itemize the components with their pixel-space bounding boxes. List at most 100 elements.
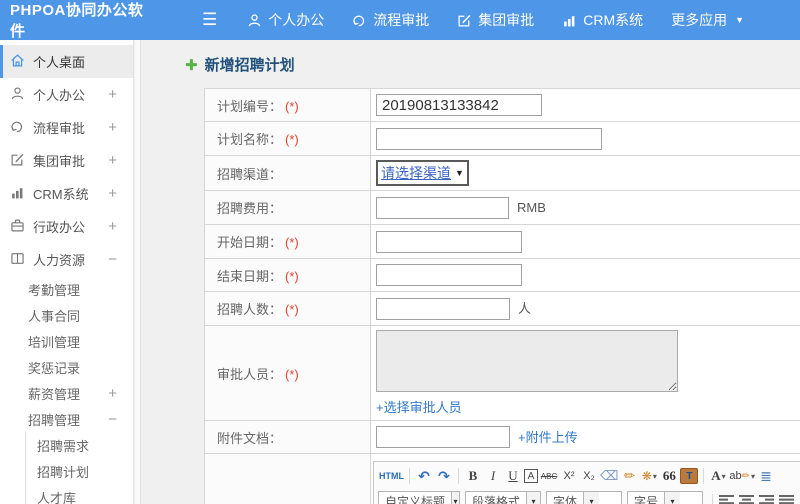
align-left-icon[interactable] xyxy=(719,495,735,504)
recruit-submenu: 招聘需求 招聘计划 人才库 xyxy=(25,432,133,504)
paragraph-format-select[interactable]: 段落格式 ▾ xyxy=(465,491,541,504)
align-center-icon[interactable] xyxy=(739,495,755,504)
table-row: 计划编号： (*) xyxy=(204,88,800,122)
topnav-crm-system[interactable]: CRM系统 xyxy=(562,10,643,30)
field-label: 计划名称： xyxy=(217,132,283,147)
source-code-button[interactable]: HTML xyxy=(379,467,404,485)
table-row: 招聘渠道： 请选择渠道 ▼ xyxy=(204,155,800,191)
sidebar-item-group-approval[interactable]: 集团审批 + xyxy=(0,144,133,177)
list-button[interactable]: ≣ xyxy=(757,467,775,485)
sidebar-item-label: 个人桌面 xyxy=(33,55,86,70)
person-icon xyxy=(10,86,33,104)
sidebar-item-attendance-mgmt[interactable]: 考勤管理 xyxy=(0,276,133,302)
sidebar-item-human-resources[interactable]: 人力资源 − xyxy=(0,243,133,276)
topnav-personal-office[interactable]: 个人办公 xyxy=(247,10,324,30)
redo-icon[interactable]: ↷ xyxy=(435,467,453,485)
sidebar-item-label: 人才库 xyxy=(37,490,77,504)
expand-plus-icon[interactable]: + xyxy=(108,385,117,402)
sidebar-item-label: 招聘计划 xyxy=(37,464,90,480)
undo-icon[interactable]: ↶ xyxy=(415,467,433,485)
table-row: HTML ↶ ↷ B I U A ABC X² X₂ ⌫ ✏ ❋ ▾ 66 T … xyxy=(204,453,800,504)
sidebar-item-salary-mgmt[interactable]: 薪资管理 + xyxy=(0,380,133,406)
home-icon xyxy=(10,53,33,71)
bold-button[interactable]: B xyxy=(464,467,482,485)
sidebar-item-talent-pool[interactable]: 人才库 xyxy=(26,484,133,504)
align-right-icon[interactable] xyxy=(759,495,775,504)
collapse-minus-icon[interactable]: − xyxy=(108,411,117,428)
hamburger-menu-icon[interactable]: ☰ xyxy=(202,10,217,30)
attachment-input[interactable] xyxy=(376,426,510,448)
expand-plus-icon[interactable]: + xyxy=(108,86,117,103)
align-justify-icon[interactable] xyxy=(779,495,795,504)
sidebar-item-label: 人事合同 xyxy=(28,308,81,324)
subscript-button[interactable]: X₂ xyxy=(580,467,598,485)
char-border-button[interactable]: A xyxy=(524,469,538,483)
sidebar-item-reward-punish-records[interactable]: 奖惩记录 xyxy=(0,354,133,380)
expand-plus-icon[interactable]: + xyxy=(108,152,117,169)
strikethrough-button[interactable]: ABC xyxy=(540,467,558,485)
required-marker: (*) xyxy=(285,302,299,317)
table-row: 计划名称： (*) xyxy=(204,121,800,156)
font-family-select[interactable]: 字体 ▾ xyxy=(546,491,622,504)
approver-textarea[interactable] xyxy=(376,330,678,392)
expand-plus-icon[interactable]: + xyxy=(108,218,117,235)
font-color-button[interactable]: A ▾ xyxy=(709,467,727,485)
field-label: 审批人员： xyxy=(217,366,283,382)
sidebar-item-admin-office[interactable]: 行政办公 + xyxy=(0,210,133,243)
topnav-workflow-approval[interactable]: 流程审批 xyxy=(352,10,429,30)
sidebar-item-workflow-approval[interactable]: 流程审批 + xyxy=(0,111,133,144)
book-icon xyxy=(10,251,33,269)
format-painter-icon[interactable]: ✏ xyxy=(620,467,638,485)
recruit-channel-select[interactable]: 请选择渠道 ▼ xyxy=(376,160,469,186)
headcount-input[interactable] xyxy=(376,297,510,320)
field-label: 附件文档： xyxy=(217,430,283,446)
field-label: 招聘人数： xyxy=(217,302,283,317)
sidebar-item-label: 流程审批 xyxy=(33,121,86,136)
plan-name-input[interactable] xyxy=(376,127,602,150)
sidebar-item-recruit-plan[interactable]: 招聘计划 xyxy=(26,458,133,484)
font-size-select[interactable]: 字号 ▾ xyxy=(627,491,703,504)
table-row: 开始日期： (*) xyxy=(204,224,800,259)
sidebar-item-crm-system[interactable]: CRM系统 + xyxy=(0,177,133,210)
end-date-input[interactable] xyxy=(376,264,522,286)
custom-title-select[interactable]: 自定义标题 ▾ xyxy=(378,491,460,504)
start-date-input[interactable] xyxy=(376,230,522,253)
sidebar-item-label: 招聘管理 xyxy=(28,412,81,428)
sidebar-item-personal-desktop[interactable]: 个人桌面 xyxy=(0,45,133,78)
expand-plus-icon[interactable]: + xyxy=(108,185,117,202)
plan-number-input[interactable] xyxy=(376,94,542,116)
recruit-cost-input[interactable] xyxy=(376,196,509,219)
highlight-color-button[interactable]: ab ✏ ▾ xyxy=(729,467,755,485)
attachment-upload-link[interactable]: +附件上传 xyxy=(518,430,578,445)
table-row: 招聘人数： (*) 人 xyxy=(204,291,800,326)
sidebar-item-recruit-demand[interactable]: 招聘需求 xyxy=(26,432,133,458)
topnav-group-approval[interactable]: 集团审批 xyxy=(457,10,534,30)
topnav-more-apps[interactable]: 更多应用 ▼ xyxy=(671,10,744,30)
briefcase-icon xyxy=(10,218,33,236)
underline-button[interactable]: U xyxy=(504,467,522,485)
table-row: 招聘费用： RMB xyxy=(204,190,800,225)
paste-as-text-button[interactable]: T xyxy=(680,468,699,484)
auto-typeset-icon[interactable]: ❋ ▾ xyxy=(640,467,658,485)
table-row: 结束日期： (*) xyxy=(204,258,800,292)
expand-plus-icon[interactable]: + xyxy=(108,119,117,136)
italic-button[interactable]: I xyxy=(484,467,502,485)
sidebar-item-personal-office[interactable]: 个人办公 + xyxy=(0,78,133,111)
collapse-minus-icon[interactable]: − xyxy=(108,251,117,268)
blockquote-button[interactable]: 66 xyxy=(660,467,678,485)
sidebar-item-label: 招聘需求 xyxy=(37,438,90,454)
select-value: 请选择渠道 xyxy=(381,165,451,181)
superscript-button[interactable]: X² xyxy=(560,467,578,485)
sidebar-item-hr-contract[interactable]: 人事合同 xyxy=(0,302,133,328)
choose-approver-link[interactable]: +选择审批人员 xyxy=(376,397,462,416)
recruit-plan-form: 计划编号：(*) 计划名称：(*) 招聘渠道： 请选择渠道 ▼ 招聘费用： RM… xyxy=(204,88,800,504)
toolbar-separator xyxy=(458,468,459,484)
caret-down-icon: ▾ xyxy=(721,471,726,481)
sidebar-item-label: 薪资管理 xyxy=(28,386,81,402)
caret-down-icon: ▾ xyxy=(451,492,459,504)
sidebar-item-training-mgmt[interactable]: 培训管理 xyxy=(0,328,133,354)
sidebar-item-recruit-mgmt[interactable]: 招聘管理 − xyxy=(0,406,133,432)
sidebar-scrollbar[interactable] xyxy=(135,40,141,504)
combo-value: 段落格式 xyxy=(472,495,521,504)
remove-format-icon[interactable]: ⌫ xyxy=(600,467,618,485)
